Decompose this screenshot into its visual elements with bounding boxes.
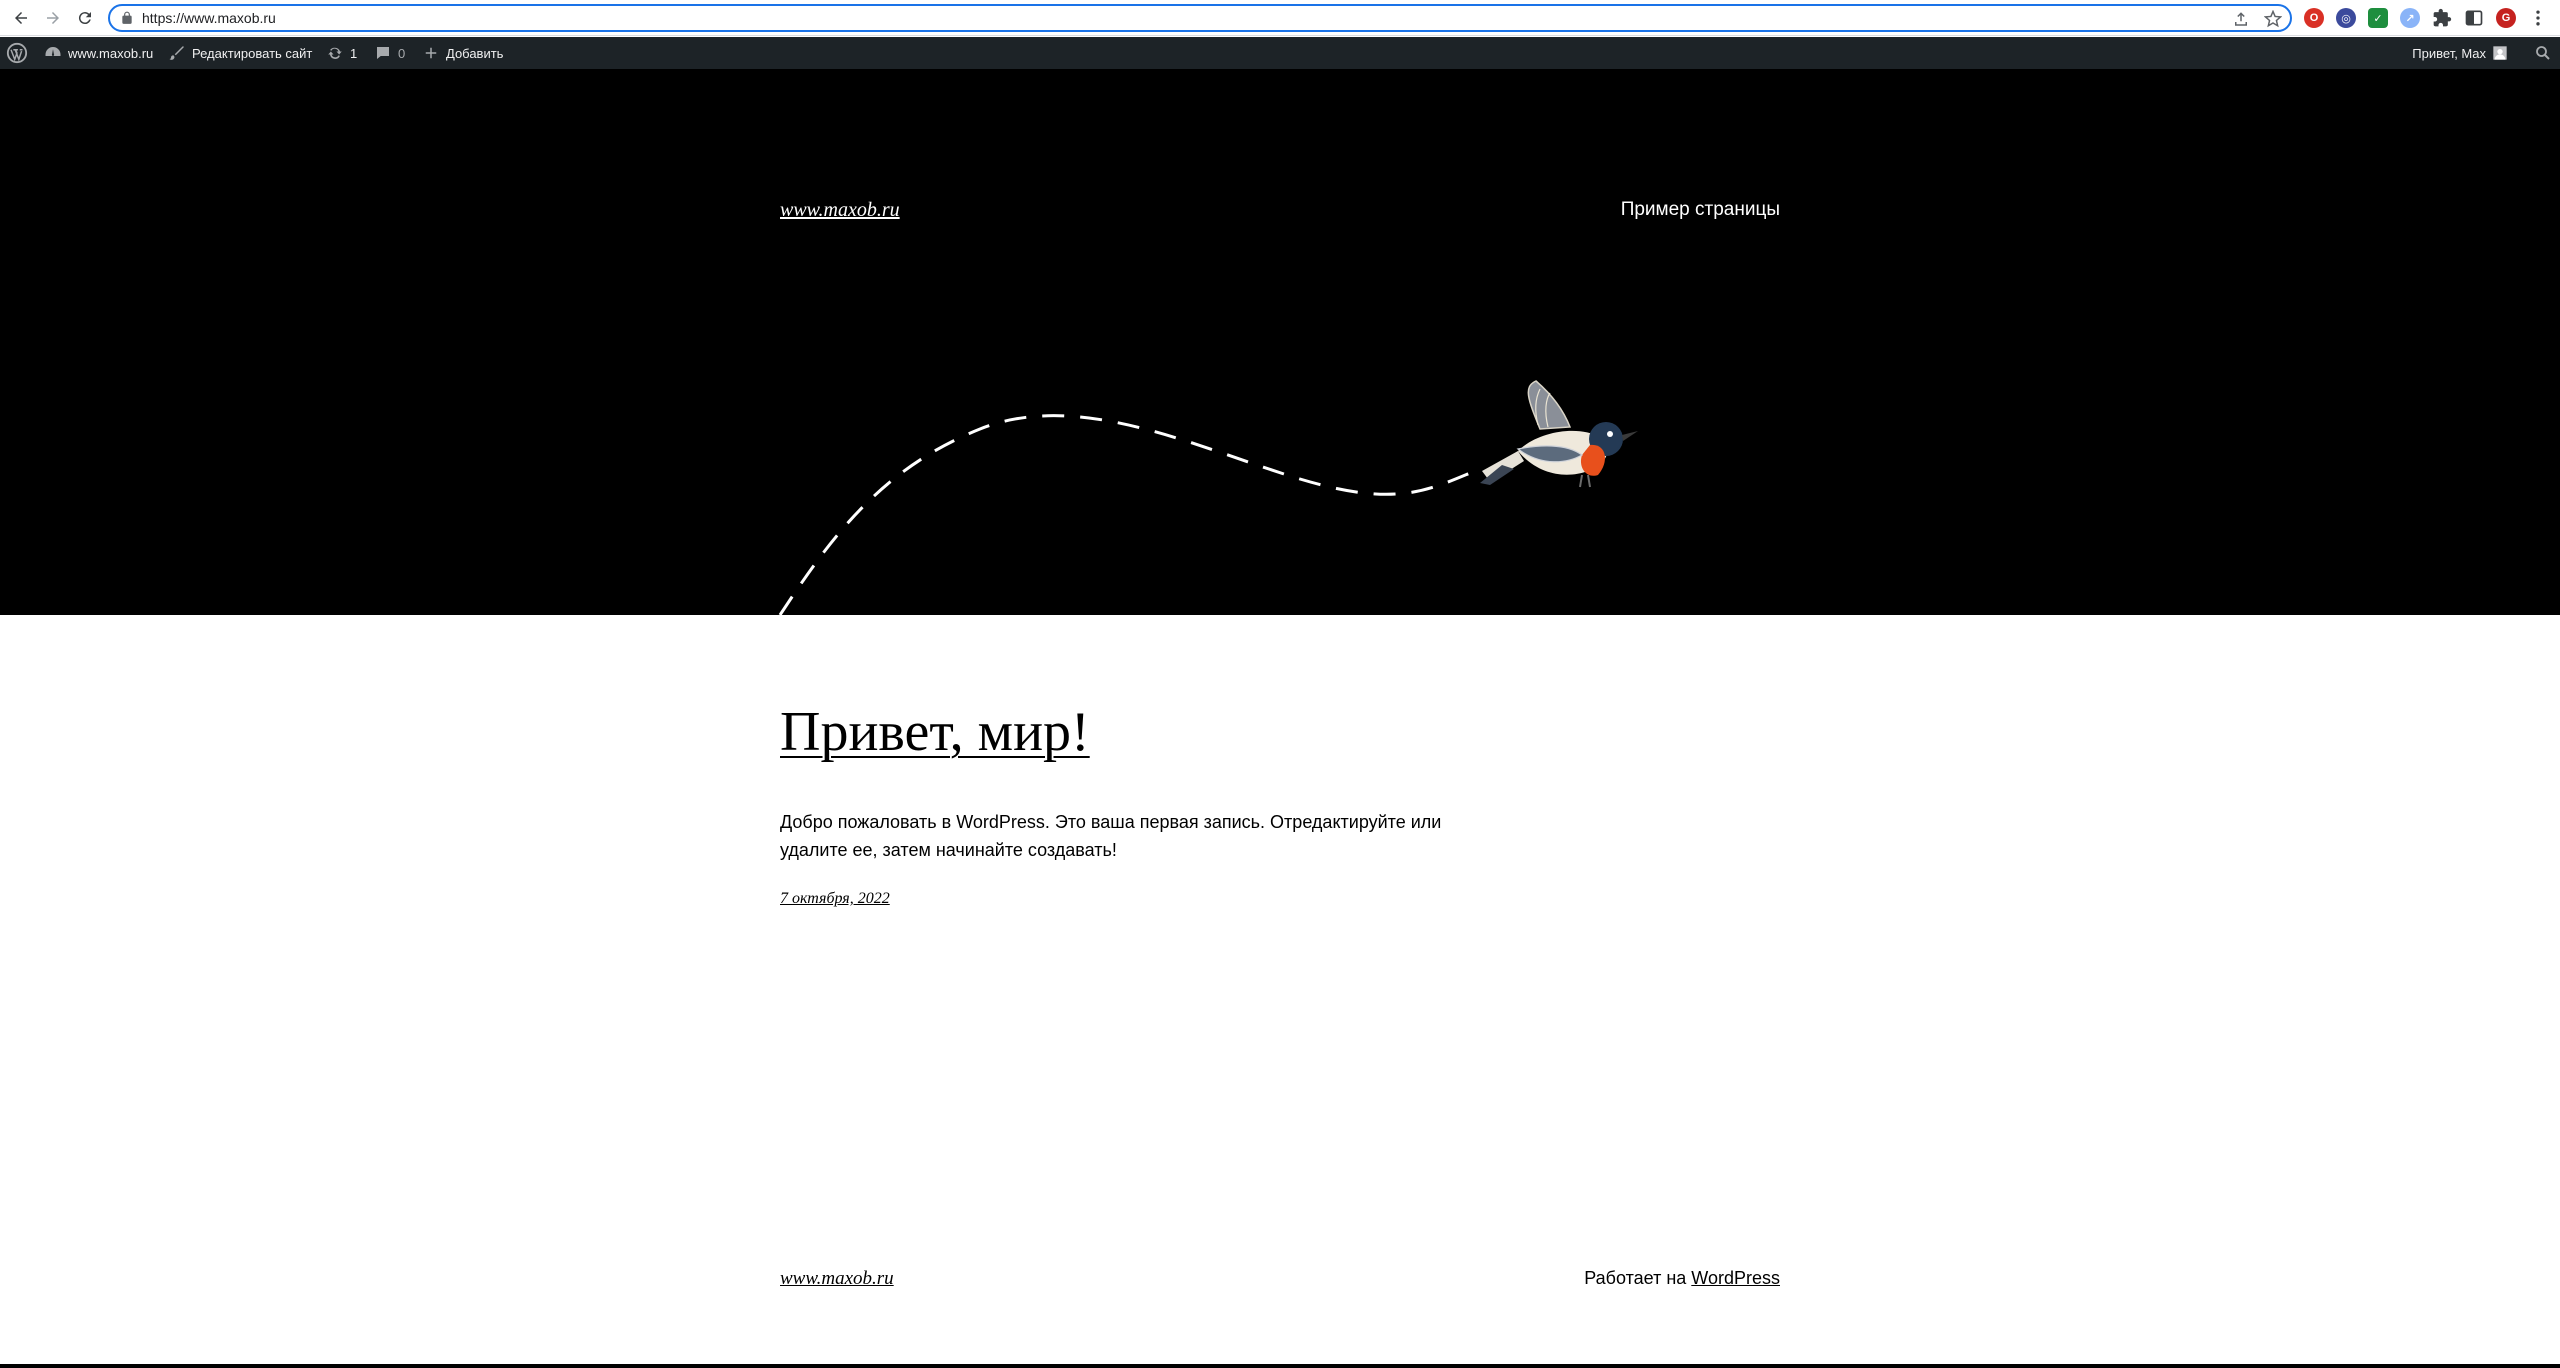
dashed-flight-path: [778, 414, 1481, 615]
post-excerpt: Добро пожаловать в WordPress. Это ваша п…: [780, 812, 1442, 860]
forward-icon: [47, 12, 59, 24]
sidepanel-icon[interactable]: [2464, 8, 2484, 28]
lock-icon[interactable]: [120, 11, 134, 25]
bird-illustration: [1480, 380, 1638, 488]
extension-globe-icon[interactable]: ◎: [2336, 8, 2356, 28]
comments-link[interactable]: 0: [374, 37, 405, 69]
reload-icon: [78, 12, 91, 25]
avatar-icon: [2493, 46, 2507, 60]
browser-toolbar: O ◎ ✓ ↗ G: [0, 0, 2560, 36]
puzzle-icon[interactable]: [2432, 8, 2452, 28]
address-bar[interactable]: [108, 4, 2292, 32]
forward-button[interactable]: [40, 5, 66, 31]
new-content-label: Добавить: [446, 45, 504, 61]
updates-link[interactable]: 1: [326, 37, 357, 69]
updates-icon: [328, 47, 342, 59]
dashboard-icon: [45, 47, 61, 56]
edit-site-label: Редактировать сайт: [192, 45, 313, 61]
wordpress-link[interactable]: WordPress: [1691, 1268, 1780, 1288]
new-content-menu[interactable]: Добавить: [422, 37, 503, 69]
greeting-label: Привет, Max: [2412, 45, 2486, 61]
share-icon[interactable]: [2232, 10, 2250, 28]
updates-count: 1: [350, 45, 358, 61]
comments-icon: [377, 47, 389, 59]
brush-icon: [169, 46, 184, 60]
site-header: www.maxob.ru Пример страницы: [0, 69, 2560, 615]
admin-search[interactable]: [2534, 37, 2552, 69]
edit-site-link[interactable]: Редактировать сайт: [168, 37, 312, 69]
nav-item-sample-page[interactable]: Пример страницы: [1621, 199, 1780, 221]
site-title-link[interactable]: www.maxob.ru: [780, 199, 900, 222]
menu-dots-icon[interactable]: [2528, 8, 2548, 28]
search-icon: [2536, 46, 2550, 60]
comments-count: 0: [398, 45, 406, 61]
reload-button[interactable]: [72, 5, 98, 31]
bookmark-star-icon[interactable]: [2264, 10, 2282, 28]
my-account-menu[interactable]: Привет, Max: [2412, 37, 2508, 69]
footer-credit-prefix: Работает на: [1584, 1268, 1687, 1288]
site-name-label: www.maxob.ru: [68, 45, 154, 61]
footer-site-title-link[interactable]: www.maxob.ru: [780, 1268, 894, 1290]
footer-credit: Работает на WordPress: [1584, 1268, 1780, 1289]
extension-shield-icon[interactable]: ✓: [2368, 8, 2388, 28]
extension-opera-icon[interactable]: O: [2304, 8, 2324, 28]
plus-icon: [425, 47, 437, 59]
site-name-menu[interactable]: www.maxob.ru: [44, 37, 153, 69]
hero-illustration: [778, 380, 1638, 615]
wp-logo-menu[interactable]: [6, 37, 28, 69]
back-button[interactable]: [8, 5, 34, 31]
wp-admin-bar: www.maxob.ru Редактировать сайт 1 0 Доба…: [0, 37, 2560, 69]
bottom-strip: [0, 1364, 2560, 1368]
profile-initial: G: [2501, 12, 2511, 24]
url-input[interactable]: [142, 7, 2182, 29]
post-date-link[interactable]: 7 октября, 2022: [780, 890, 890, 908]
back-icon: [15, 12, 27, 24]
wordpress-logo-icon: [6, 42, 28, 64]
extension-compass-icon[interactable]: ↗: [2400, 8, 2420, 28]
profile-avatar[interactable]: G: [2496, 8, 2516, 28]
post-title-link[interactable]: Привет, мир!: [780, 700, 1090, 764]
